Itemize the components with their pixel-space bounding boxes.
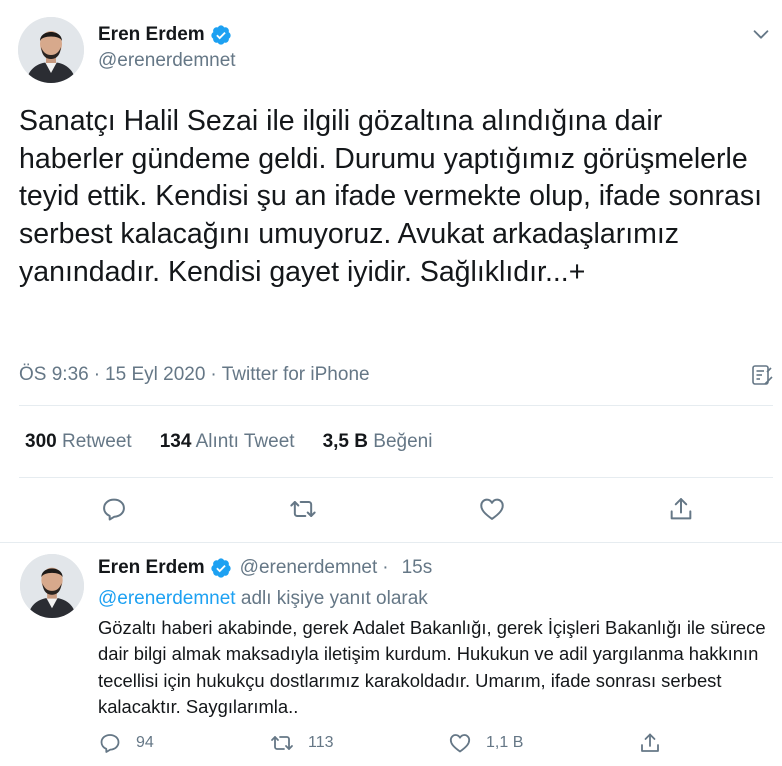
avatar[interactable]: [18, 17, 84, 83]
author-handle[interactable]: @erenerdemnet: [240, 557, 378, 579]
quotes-stat[interactable]: 134 Alıntı Tweet: [160, 431, 295, 453]
like-count: 1,1 B: [486, 734, 524, 751]
analytics-icon[interactable]: [750, 363, 774, 387]
likes-label: Beğeni: [373, 431, 433, 452]
verified-badge-icon: [211, 25, 231, 45]
tweet-actions: [0, 495, 782, 525]
reply-action-reply[interactable]: 94: [98, 731, 154, 755]
reply-action-retweet[interactable]: 113: [270, 731, 334, 755]
reply-actions: 94 113 1,1 B: [0, 731, 782, 757]
tweet-text: Sanatçı Halil Sezai ile ilgili gözaltına…: [19, 105, 762, 288]
meta-separator: ·: [93, 364, 101, 385]
reply-icon[interactable]: [98, 731, 122, 755]
chevron-down-icon[interactable]: [750, 23, 772, 45]
reply-author-row[interactable]: Eren Erdem @erenerdemnet · 15s: [98, 557, 432, 579]
tweet-date[interactable]: 15 Eyl 2020: [105, 364, 205, 385]
share-icon[interactable]: [667, 495, 695, 523]
meta-separator: ·: [210, 364, 217, 385]
avatar-photo: [18, 17, 84, 83]
main-tweet: Eren Erdem @erenerdemnet Sanatçı Halil S…: [0, 0, 782, 543]
likes-count: 3,5 B: [322, 431, 368, 452]
retweet-count: 113: [308, 734, 334, 751]
author-display-name[interactable]: Eren Erdem: [98, 24, 205, 46]
retweets-stat[interactable]: 300 Retweet: [25, 431, 132, 453]
reply-action-share[interactable]: [638, 731, 676, 755]
engagement-stats: 300 Retweet 134 Alıntı Tweet 3,5 B Beğen…: [25, 431, 460, 453]
divider: [19, 477, 773, 478]
author-handle[interactable]: @erenerdemnet: [98, 50, 236, 72]
replying-to: @erenerdemnet adlı kişiye yanıt olarak: [98, 588, 428, 610]
meta-separator: ·: [382, 557, 389, 578]
divider: [19, 405, 773, 406]
tweet-time[interactable]: ÖS 9:36: [19, 364, 89, 385]
tweet-age[interactable]: 15s: [402, 557, 433, 579]
tweet-meta: ÖS 9:36 · 15 Eyl 2020 · Twitter for iPhone: [19, 364, 370, 386]
retweet-icon[interactable]: [270, 731, 294, 755]
tweet-source[interactable]: Twitter for iPhone: [222, 364, 370, 385]
verified-badge-icon: [211, 558, 231, 578]
reply-action-like[interactable]: 1,1 B: [448, 731, 523, 755]
reply-icon[interactable]: [100, 495, 128, 523]
reply-text: Gözaltı haberi akabinde, gerek Adalet Ba…: [98, 617, 766, 717]
likes-stat[interactable]: 3,5 B Beğeni: [323, 431, 433, 453]
author-display-name[interactable]: Eren Erdem: [98, 557, 205, 579]
quotes-label: Alıntı Tweet: [195, 431, 295, 452]
share-icon[interactable]: [638, 731, 662, 755]
replying-to-suffix: adlı kişiye yanıt olarak: [235, 588, 428, 609]
retweets-label: Retweet: [61, 431, 132, 452]
avatar-photo: [20, 554, 84, 618]
avatar[interactable]: [20, 554, 84, 618]
like-icon[interactable]: [448, 731, 472, 755]
retweet-icon[interactable]: [289, 495, 317, 523]
like-icon[interactable]: [478, 495, 506, 523]
reply-count: 94: [136, 734, 154, 751]
author-name-row[interactable]: Eren Erdem: [98, 24, 232, 46]
mention-link[interactable]: @erenerdemnet: [98, 588, 236, 609]
quotes-count: 134: [159, 431, 192, 452]
retweets-count: 300: [25, 431, 57, 452]
